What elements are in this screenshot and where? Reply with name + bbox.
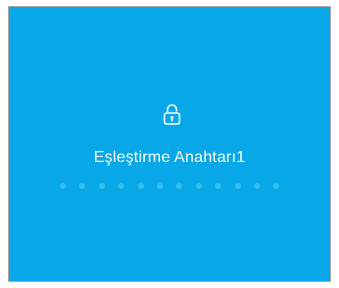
key-dot [273,183,280,189]
key-dot [215,183,222,189]
pairing-key-title: Eşleştirme Anahtarı1 [93,149,246,166]
key-dot [195,183,202,189]
key-dot [176,183,183,189]
key-dot [253,183,260,189]
key-dot [118,183,125,189]
key-dot [60,183,66,189]
key-dot [234,183,241,189]
key-dot [98,183,105,189]
key-dot [79,183,86,189]
lock-icon [163,103,181,125]
key-dot [137,183,144,189]
key-entry-dots [60,183,280,193]
key-dot [156,183,163,189]
pairing-key-screen: Eşleştirme Anahtarı1 [8,6,331,282]
